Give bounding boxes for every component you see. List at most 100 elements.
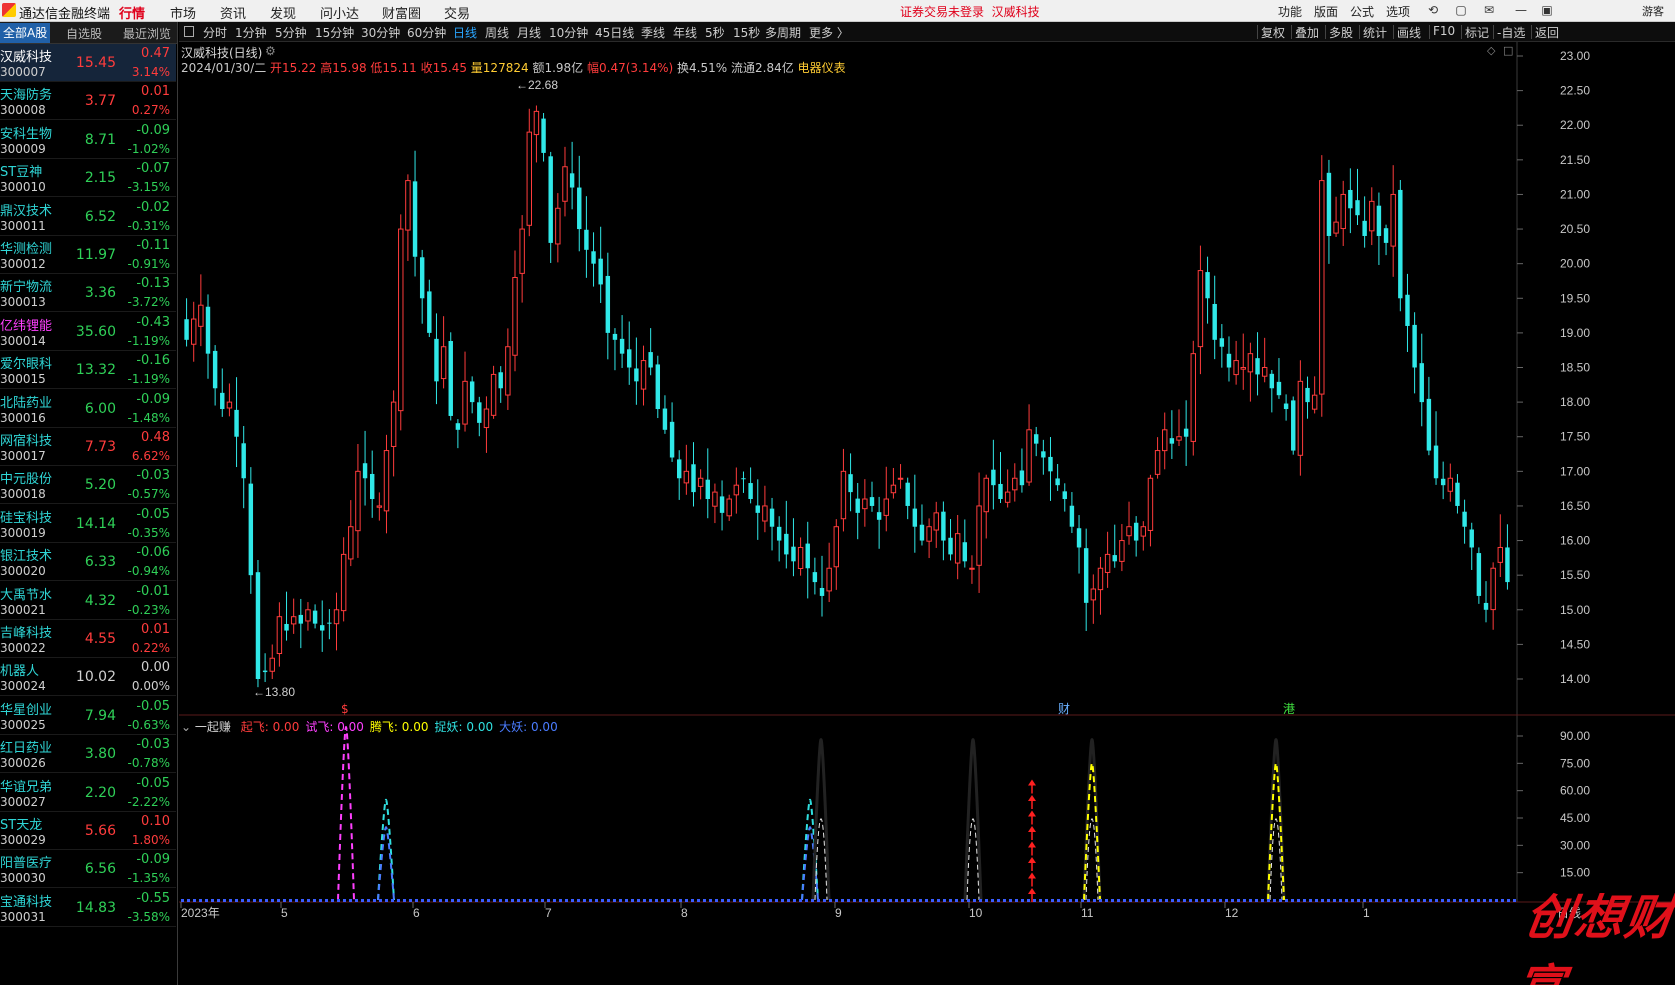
- period-8[interactable]: 月线: [517, 24, 541, 41]
- indicator-name[interactable]: 一起赚: [195, 720, 231, 734]
- period-16[interactable]: 更多 〉: [809, 24, 849, 41]
- kline-chart[interactable]: 23.00 22.50 22.00 21.50 21.00 20.50 20.00 19.50…: [179, 42, 1675, 985]
- stock-code: 300007: [0, 65, 46, 79]
- period-0[interactable]: 分时: [203, 24, 227, 41]
- stock-row[interactable]: 安科生物 300009 8.71 -0.09 -1.02%: [0, 121, 176, 159]
- stock-name: 吉峰科技: [0, 626, 53, 641]
- chart-settings-icon[interactable]: ⚙: [265, 44, 276, 58]
- quote-high: 高15.98: [320, 61, 367, 75]
- indicator-baseline-dot: [1123, 899, 1126, 902]
- stock-row[interactable]: 汉威科技 300007 15.45 0.47 3.14%: [0, 44, 176, 82]
- stock-price: 3.36: [84, 285, 116, 302]
- stock-row[interactable]: 中元股份 300018 5.20 -0.03 -0.57%: [0, 466, 176, 505]
- minimize-icon[interactable]: —: [1512, 2, 1530, 18]
- menu-wealth-circle[interactable]: 财富圈: [382, 3, 421, 22]
- stock-row[interactable]: 新宁物流 300013 3.36 -0.13 -3.72%: [0, 274, 176, 313]
- tool-1[interactable]: 叠加: [1295, 24, 1319, 41]
- period-2[interactable]: 5分钟: [275, 24, 307, 41]
- period-9[interactable]: 10分钟: [549, 24, 588, 41]
- candle-body: [897, 477, 904, 480]
- candle-body: [662, 408, 668, 430]
- tool-7[interactable]: -自选: [1497, 24, 1525, 41]
- stock-change: -0.55: [136, 890, 170, 906]
- stock-row[interactable]: 鼎汉技术 300011 6.52 -0.02 -0.31%: [0, 198, 176, 236]
- tool-5[interactable]: F10: [1433, 24, 1455, 38]
- message-icon[interactable]: ✉: [1480, 2, 1498, 18]
- stock-row[interactable]: 华测检测 300012 11.97 -0.11 -0.91%: [0, 236, 176, 274]
- indicator-menu-icon[interactable]: ⌄: [181, 720, 191, 734]
- menu-trade[interactable]: 交易: [444, 3, 470, 22]
- stock-row[interactable]: 华星创业 300025 7.94 -0.05 -0.63%: [0, 697, 176, 735]
- lock-icon[interactable]: ▢: [1452, 2, 1470, 18]
- tool-6[interactable]: 标记: [1465, 24, 1489, 41]
- menu-ask-xiaoda[interactable]: 问小达: [320, 3, 359, 22]
- stock-row[interactable]: 银江技术 300020 6.33 -0.06 -0.94%: [0, 543, 176, 582]
- stock-row[interactable]: 宝通科技 300031 14.83 -0.55 -3.58%: [0, 889, 176, 927]
- menu-options[interactable]: 选项: [1386, 3, 1410, 20]
- stock-row[interactable]: 爱尔眼科 300015 13.32 -0.16 -1.19%: [0, 351, 176, 390]
- period-11[interactable]: 季线: [641, 24, 665, 41]
- menu-discover[interactable]: 发现: [270, 3, 296, 22]
- toggle-panel-icon[interactable]: [184, 26, 194, 37]
- candle-body: [840, 470, 847, 520]
- period-14[interactable]: 15秒: [733, 24, 760, 41]
- tab-recent[interactable]: 最近浏览: [123, 25, 171, 42]
- tool-3[interactable]: 统计: [1363, 24, 1387, 41]
- refresh-icon[interactable]: ⟲: [1424, 2, 1442, 18]
- tool-8[interactable]: 返回: [1535, 24, 1559, 41]
- stock-row[interactable]: 大禹节水 300021 4.32 -0.01 -0.23%: [0, 582, 176, 620]
- menu-market[interactable]: 市场: [170, 3, 196, 22]
- menu-function[interactable]: 功能: [1278, 3, 1302, 20]
- tab-watchlist[interactable]: 自选股: [66, 25, 102, 42]
- event-marker: 财: [1058, 702, 1070, 716]
- stock-name: 北陆药业: [0, 395, 53, 411]
- tab-all-a-shares[interactable]: 全部A股: [0, 23, 51, 43]
- quote-sector[interactable]: 电器仪表: [798, 61, 846, 75]
- period-12[interactable]: 年线: [673, 24, 697, 41]
- candle-body: [912, 508, 918, 527]
- indicator-baseline-dot: [1165, 899, 1168, 902]
- period-3[interactable]: 15分钟: [315, 24, 354, 41]
- stock-row[interactable]: 华谊兄弟 300027 2.20 -0.05 -2.22%: [0, 774, 176, 812]
- stock-change-percent: -1.48%: [127, 410, 170, 425]
- stock-row[interactable]: 硅宝科技 300019 14.14 -0.05 -0.35%: [0, 505, 176, 543]
- period-5[interactable]: 60分钟: [407, 24, 446, 41]
- candle-body: [762, 505, 768, 522]
- menu-layout[interactable]: 版面: [1314, 3, 1338, 20]
- indicator-baseline-dot: [1351, 899, 1354, 902]
- stock-row[interactable]: 机器人 300024 10.02 0.00 0.00%: [0, 658, 176, 697]
- candle-body: [1240, 367, 1246, 370]
- period-10[interactable]: 45日线: [595, 24, 634, 41]
- period-6[interactable]: 日线: [453, 24, 477, 41]
- stock-row[interactable]: 阳普医疗 300030 6.56 -0.09 -1.35%: [0, 850, 176, 889]
- tool-2[interactable]: 多股: [1329, 24, 1353, 41]
- menu-formula[interactable]: 公式: [1350, 3, 1374, 20]
- trade-login-notice[interactable]: 证券交易未登录 汉威科技: [900, 3, 1040, 20]
- menu-market-quotes[interactable]: 行情: [119, 3, 146, 27]
- tool-0[interactable]: 复权: [1261, 24, 1285, 41]
- period-4[interactable]: 30分钟: [361, 24, 400, 41]
- stock-row[interactable]: ST天龙 300029 5.66 0.10 1.80%: [0, 812, 176, 850]
- candle-body: [933, 512, 939, 531]
- period-7[interactable]: 周线: [485, 24, 509, 41]
- stock-row[interactable]: 北陆药业 300016 6.00 -0.09 -1.48%: [0, 390, 176, 428]
- period-15[interactable]: 多周期: [765, 24, 801, 41]
- period-1[interactable]: 1分钟: [235, 24, 267, 41]
- indicator-baseline-dot: [295, 899, 298, 902]
- stock-row[interactable]: 亿纬锂能 300014 35.60 -0.43 -1.19%: [0, 313, 176, 351]
- stock-price: 15.45: [75, 55, 116, 71]
- candle-body: [398, 228, 404, 412]
- guest-label[interactable]: 游客: [1642, 3, 1664, 19]
- stock-row[interactable]: ST豆神 300010 2.15 -0.07 -3.15%: [0, 159, 176, 198]
- candle-body: [591, 251, 596, 264]
- chart-canvas[interactable]: 23.00 22.50 22.00 21.50 21.00 20.50 20.00 19.50…: [179, 42, 1675, 985]
- stock-row[interactable]: 吉峰科技 300022 4.55 0.01 0.22%: [0, 620, 176, 658]
- period-13[interactable]: 5秒: [705, 24, 725, 41]
- stock-row[interactable]: 红日药业 300026 3.80 -0.03 -0.78%: [0, 735, 176, 774]
- stock-change: 0.10: [141, 814, 170, 829]
- menu-news[interactable]: 资讯: [220, 3, 246, 22]
- stock-row[interactable]: 网宿科技 300017 7.73 0.48 6.62%: [0, 428, 176, 466]
- stock-row[interactable]: 天海防务 300008 3.77 0.01 0.27%: [0, 82, 176, 121]
- maximize-icon[interactable]: ▣: [1538, 2, 1556, 18]
- tool-4[interactable]: 画线: [1397, 24, 1421, 41]
